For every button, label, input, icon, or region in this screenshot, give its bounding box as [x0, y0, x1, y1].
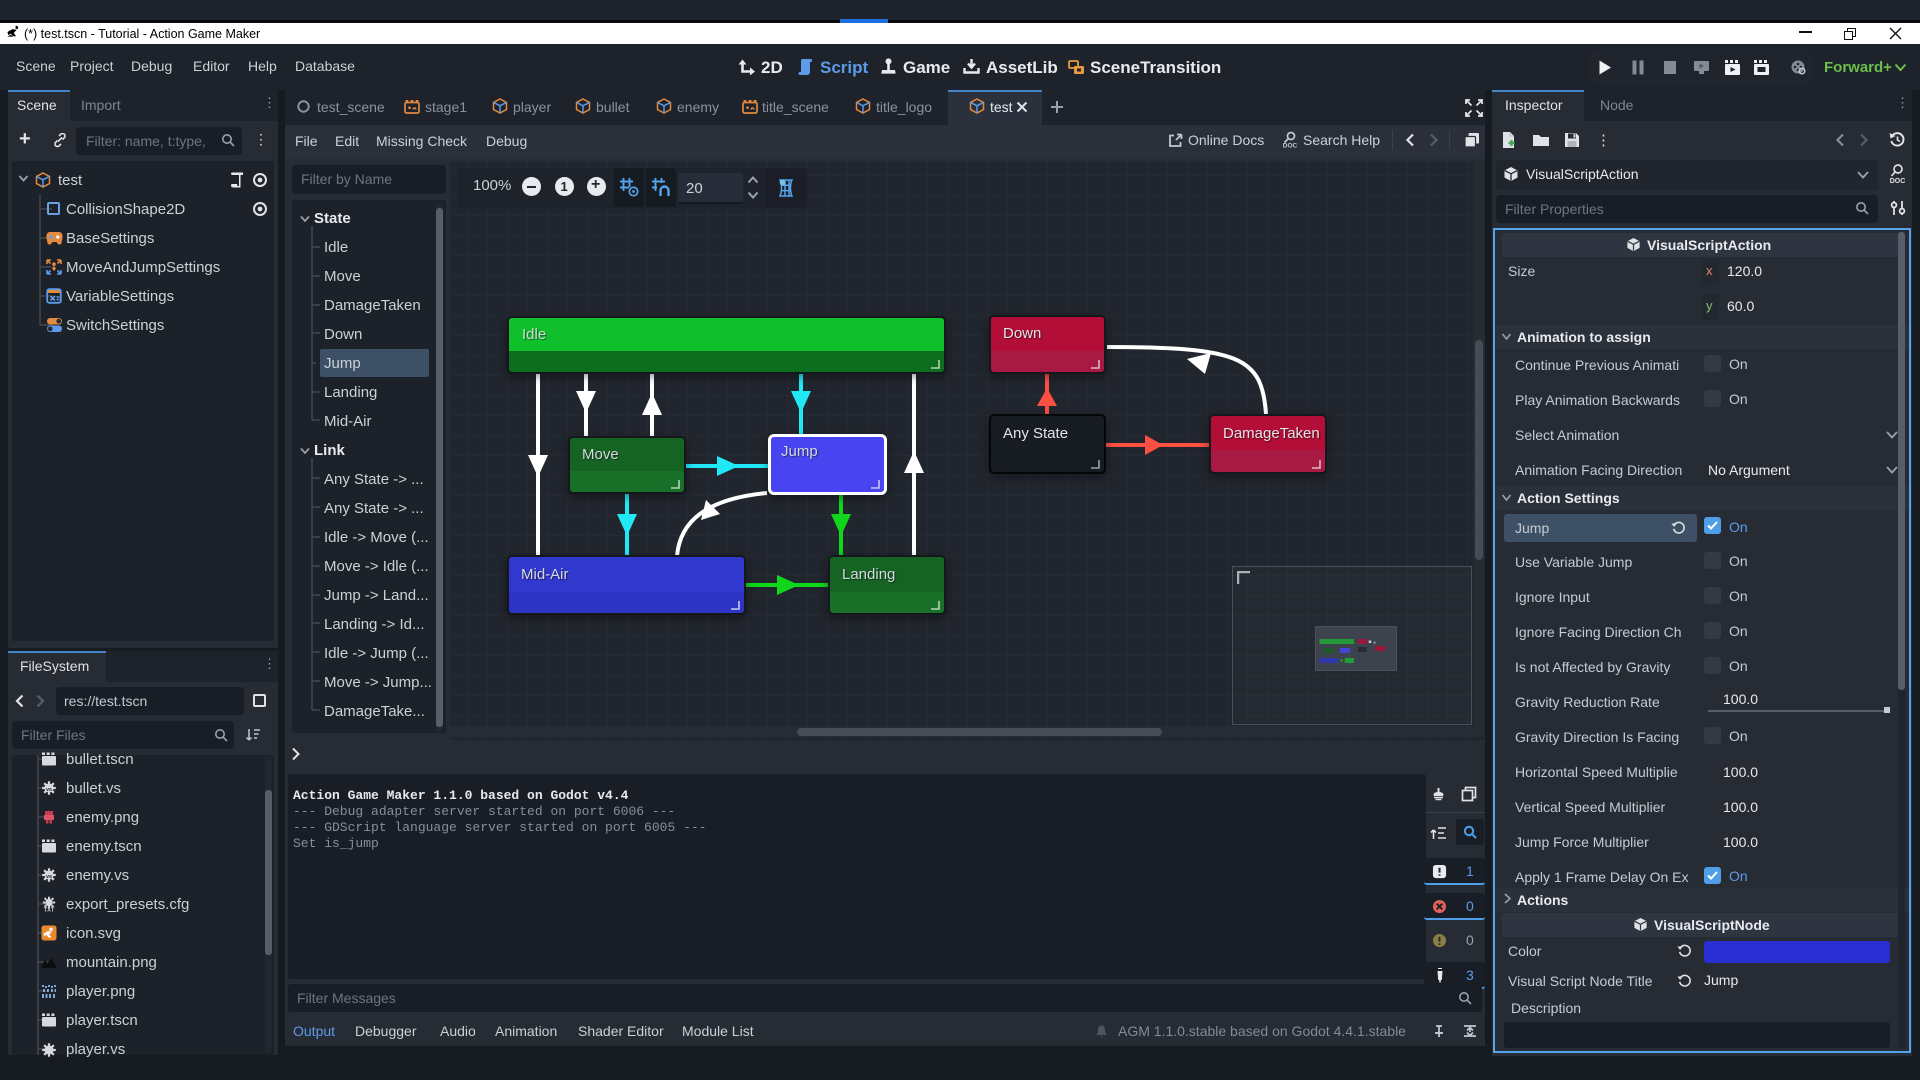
- svg-text:vs: vs: [46, 874, 52, 880]
- svg-text:DOC: DOC: [1283, 143, 1298, 150]
- svg-text:TXT: TXT: [44, 908, 55, 913]
- svg-text:vs: vs: [46, 787, 52, 793]
- svg-text:DOC: DOC: [1890, 178, 1906, 185]
